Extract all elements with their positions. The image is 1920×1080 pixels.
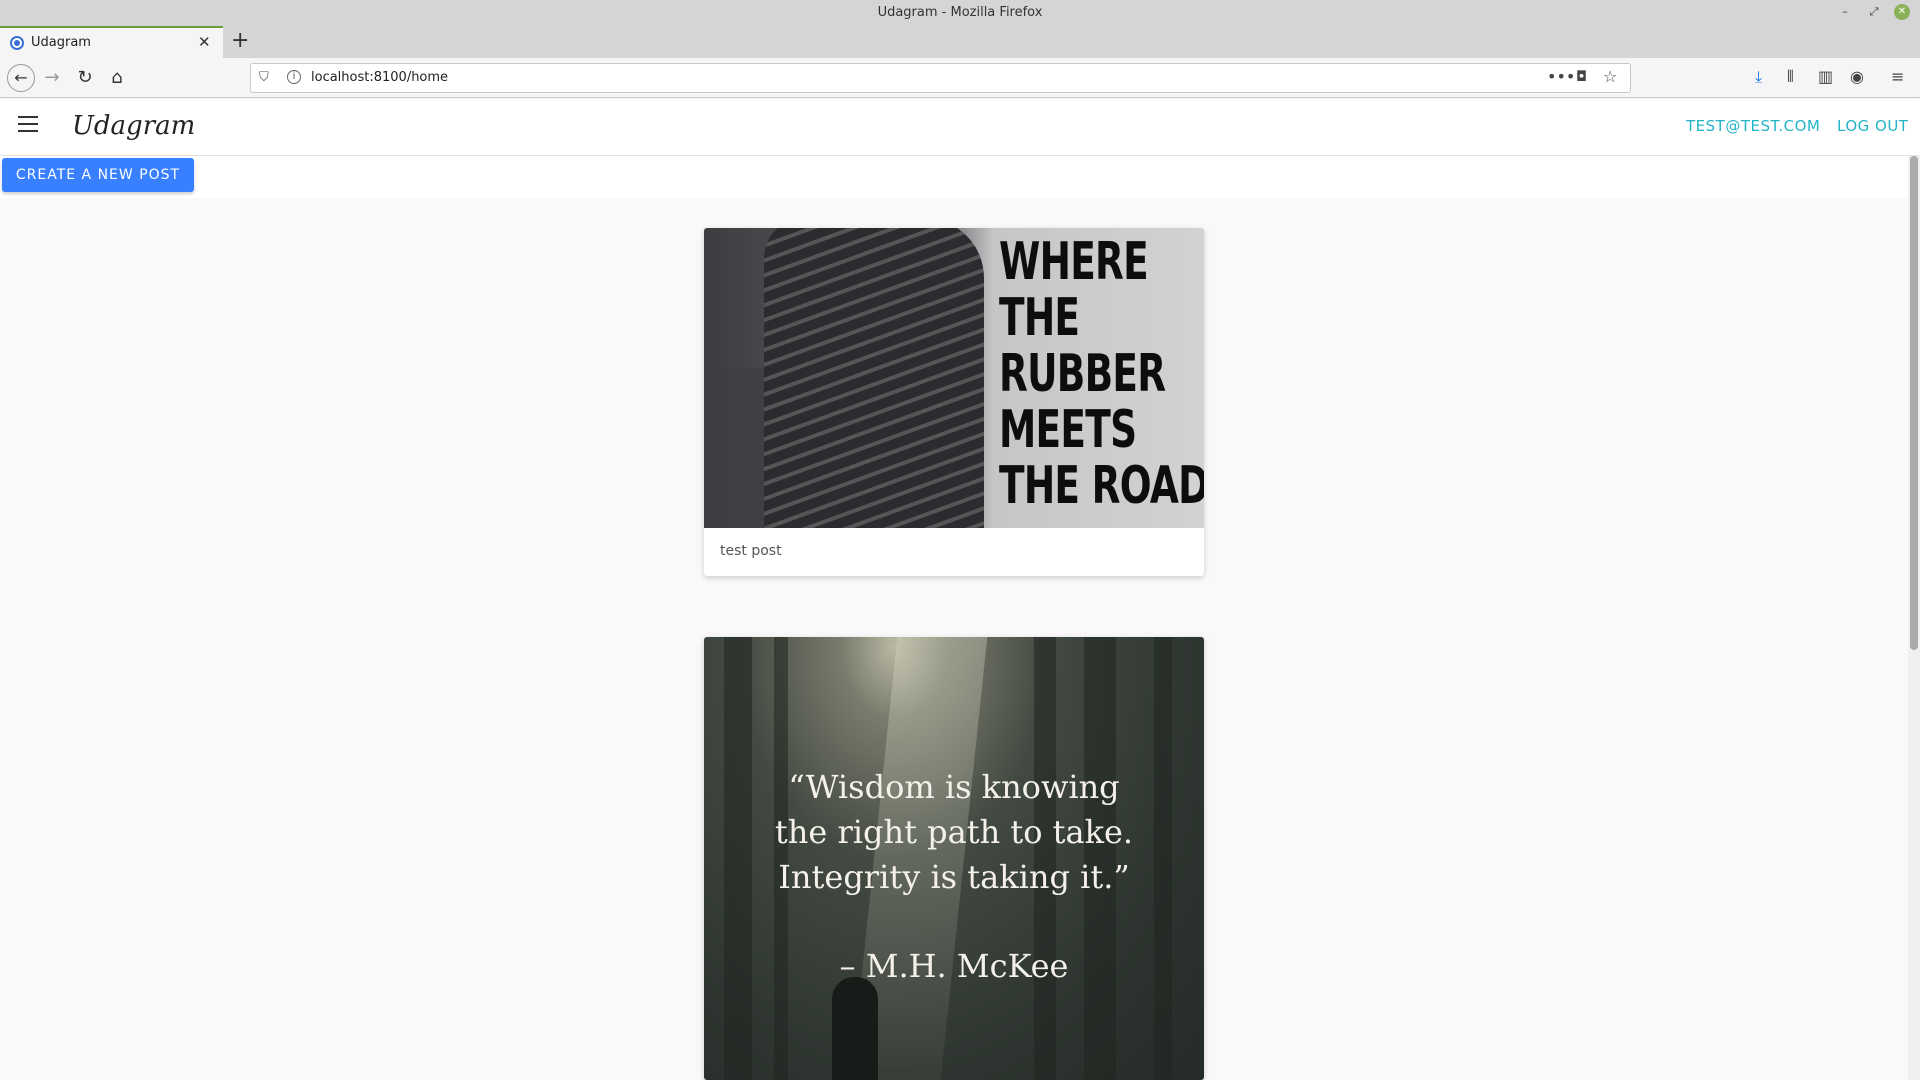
back-icon[interactable]: ← — [7, 64, 35, 92]
close-window-icon[interactable]: ✕ — [1894, 4, 1910, 20]
library-icon[interactable]: ⫴ — [1787, 67, 1794, 87]
post-image-text-line: THE — [999, 288, 1080, 348]
home-icon[interactable]: ⌂ — [105, 67, 129, 88]
post-image: “Wisdom is knowing the right path to tak… — [704, 637, 1204, 1080]
minimize-icon[interactable]: – — [1837, 4, 1853, 20]
close-tab-icon[interactable]: ✕ — [198, 33, 211, 51]
post-image: WHERE THE RUBBER MEETS THE ROAD. — [704, 228, 1204, 528]
scrollbar-thumb[interactable] — [1910, 156, 1918, 650]
window-title: Udagram - Mozilla Firefox — [877, 5, 1043, 20]
post-image-text-line: WHERE — [999, 232, 1149, 292]
app-header: Udagram TEST@TEST.COM LOG OUT — [0, 99, 1920, 155]
menu-icon[interactable] — [18, 116, 38, 132]
quote-line: the right path to take. — [774, 813, 1134, 851]
new-tab-icon[interactable]: + — [231, 28, 249, 53]
quote-line: “Wisdom is knowing — [788, 768, 1120, 806]
page-actions-icon[interactable]: ••• — [1547, 67, 1575, 86]
reload-icon[interactable]: ↻ — [73, 67, 97, 88]
post-image-quote: “Wisdom is knowing the right path to tak… — [704, 765, 1204, 900]
url-text[interactable]: localhost:8100/home — [311, 70, 448, 85]
app-menu-icon[interactable]: ≡ — [1891, 67, 1904, 86]
pocket-icon[interactable]: ◘ — [1576, 69, 1587, 85]
post-image-text: WHERE THE RUBBER MEETS THE ROAD. — [999, 232, 1204, 516]
quote-line: Integrity is taking it.” — [778, 858, 1130, 896]
quote-author: – M.H. McKee — [839, 947, 1069, 985]
tire-graphic — [764, 228, 984, 528]
browser-tab[interactable]: Udagram ✕ — [0, 26, 223, 58]
page-scrollbar[interactable] — [1908, 156, 1920, 1080]
post-card: WHERE THE RUBBER MEETS THE ROAD. test po… — [704, 228, 1204, 576]
maximize-icon[interactable]: ⤢ — [1866, 4, 1882, 20]
create-post-button[interactable]: CREATE A NEW POST — [2, 158, 194, 192]
favicon-icon — [10, 36, 24, 50]
account-icon[interactable]: ◉ — [1850, 67, 1864, 86]
forward-icon[interactable]: → — [40, 67, 64, 88]
download-icon[interactable]: ⤓ — [1755, 67, 1762, 87]
person-silhouette — [832, 977, 878, 1080]
site-info-icon[interactable]: i — [287, 70, 301, 84]
post-caption: test post — [720, 543, 782, 559]
navigation-toolbar: ← → ↻ ⌂ ⛉ i localhost:8100/home ••• ◘ ☆ … — [0, 58, 1920, 98]
app-title: Udagram — [72, 111, 196, 141]
post-image-text-line: MEETS — [999, 400, 1137, 460]
user-email-link[interactable]: TEST@TEST.COM — [1686, 117, 1820, 135]
bookmark-star-icon[interactable]: ☆ — [1603, 67, 1617, 86]
tab-label: Udagram — [31, 35, 91, 50]
post-card: “Wisdom is knowing the right path to tak… — [704, 637, 1204, 1080]
window-title-bar: Udagram - Mozilla Firefox – ⤢ ✕ — [0, 0, 1920, 26]
post-image-text-line: RUBBER — [999, 344, 1166, 404]
tab-strip: Udagram ✕ + — [0, 26, 1920, 58]
tracking-shield-icon[interactable]: ⛉ — [259, 70, 269, 85]
sidebar-icon[interactable]: ▥ — [1818, 67, 1833, 86]
logout-button[interactable]: LOG OUT — [1837, 117, 1908, 135]
create-post-bar: CREATE A NEW POST — [0, 156, 1910, 198]
address-bar[interactable]: ⛉ i localhost:8100/home ••• ◘ ☆ — [250, 63, 1631, 93]
post-image-text-line: THE ROAD. — [999, 456, 1204, 516]
